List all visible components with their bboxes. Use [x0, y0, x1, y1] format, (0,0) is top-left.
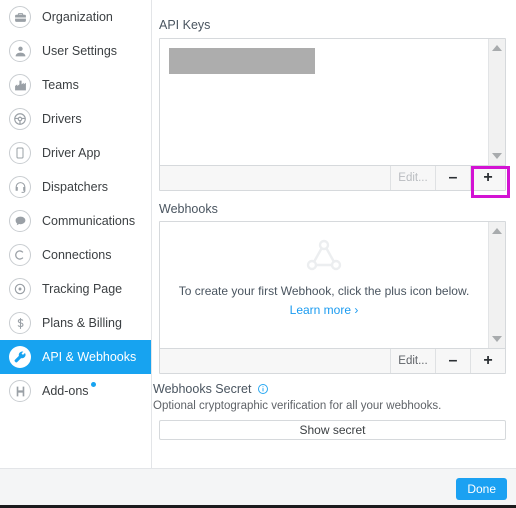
steering-wheel-icon [9, 108, 31, 130]
target-icon [9, 278, 31, 300]
letter-c-icon [9, 244, 31, 266]
webhooks-empty-text: To create your first Webhook, click the … [178, 284, 470, 298]
scroll-down-arrow-icon[interactable] [489, 332, 505, 346]
headset-icon [9, 176, 31, 198]
sidebar-item-label: Connections [42, 248, 112, 262]
chat-bubble-icon [9, 210, 31, 232]
show-secret-button[interactable]: Show secret [159, 420, 506, 440]
sidebar-item-api-webhooks[interactable]: API & Webhooks [0, 340, 151, 374]
api-keys-listbox[interactable]: Edit... – + [159, 38, 506, 191]
webhooks-secret-label: Webhooks Secret [153, 382, 269, 396]
person-icon [9, 40, 31, 62]
api-keys-toolbar: Edit... – + [160, 165, 505, 190]
sidebar-item-driver-app[interactable]: Driver App [0, 136, 151, 170]
sidebar-item-add-ons[interactable]: Add-ons [0, 374, 151, 408]
done-button[interactable]: Done [456, 478, 507, 500]
webhooks-add-button[interactable]: + [470, 349, 505, 373]
sidebar-item-label: Drivers [42, 112, 82, 126]
wrench-icon [9, 346, 31, 368]
settings-dialog: Organization User Settings Teams Drivers [0, 0, 516, 508]
api-keys-scrollbar[interactable] [488, 39, 505, 165]
sidebar-item-teams[interactable]: Teams [0, 68, 151, 102]
scroll-down-arrow-icon[interactable] [489, 149, 505, 163]
api-keys-add-button[interactable]: + [470, 166, 505, 190]
api-keys-edit-button[interactable]: Edit... [390, 166, 435, 190]
sidebar-item-label: Communications [42, 214, 136, 228]
sidebar-item-user-settings[interactable]: User Settings [0, 34, 151, 68]
api-webhooks-pane: API Keys Edit... – + Webhooks To create … [153, 0, 516, 468]
briefcase-icon [9, 6, 31, 28]
webhooks-listbox[interactable]: To create your first Webhook, click the … [159, 221, 506, 374]
sidebar-item-label: Tracking Page [42, 282, 123, 296]
sidebar-item-label: Plans & Billing [42, 316, 122, 330]
webhook-icon [301, 236, 347, 274]
new-badge-dot [90, 382, 96, 387]
sidebar-item-drivers[interactable]: Drivers [0, 102, 151, 136]
api-keys-label: API Keys [159, 18, 211, 32]
webhooks-scrollbar[interactable] [488, 222, 505, 348]
puzzle-icon [9, 380, 31, 402]
dialog-footer: Done [0, 468, 516, 505]
sidebar-item-label: Dispatchers [42, 180, 108, 194]
webhooks-list[interactable]: To create your first Webhook, click the … [160, 222, 488, 348]
webhooks-empty-state: To create your first Webhook, click the … [160, 236, 488, 317]
sidebar-item-label: Teams [42, 78, 79, 92]
sidebar-item-label: API & Webhooks [42, 350, 137, 364]
factory-icon [9, 74, 31, 96]
settings-sidebar: Organization User Settings Teams Drivers [0, 0, 152, 468]
sidebar-item-label: Organization [42, 10, 113, 24]
sidebar-item-dispatchers[interactable]: Dispatchers [0, 170, 151, 204]
sidebar-item-label: Add-ons [42, 382, 96, 398]
info-icon[interactable] [257, 383, 269, 395]
api-keys-remove-button[interactable]: – [435, 166, 470, 190]
sidebar-item-connections[interactable]: Connections [0, 238, 151, 272]
webhooks-label: Webhooks [159, 202, 218, 216]
sidebar-item-label: User Settings [42, 44, 118, 58]
webhooks-edit-button[interactable]: Edit... [390, 349, 435, 373]
sidebar-item-tracking-page[interactable]: Tracking Page [0, 272, 151, 306]
dollar-icon [9, 312, 31, 334]
webhooks-learn-more-link[interactable]: Learn more › [290, 303, 359, 317]
mobile-phone-icon [9, 142, 31, 164]
sidebar-item-plans-billing[interactable]: Plans & Billing [0, 306, 151, 340]
webhooks-secret-description: Optional cryptographic verification for … [153, 400, 442, 412]
scroll-up-arrow-icon[interactable] [489, 224, 505, 238]
webhooks-remove-button[interactable]: – [435, 349, 470, 373]
api-key-redacted-entry[interactable] [169, 48, 315, 74]
sidebar-item-communications[interactable]: Communications [0, 204, 151, 238]
api-keys-list[interactable] [160, 39, 488, 165]
sidebar-item-label: Driver App [42, 146, 101, 160]
scroll-up-arrow-icon[interactable] [489, 41, 505, 55]
sidebar-item-organization[interactable]: Organization [0, 0, 151, 34]
webhooks-secret-title: Webhooks Secret [153, 382, 252, 396]
webhooks-toolbar: Edit... – + [160, 348, 505, 373]
